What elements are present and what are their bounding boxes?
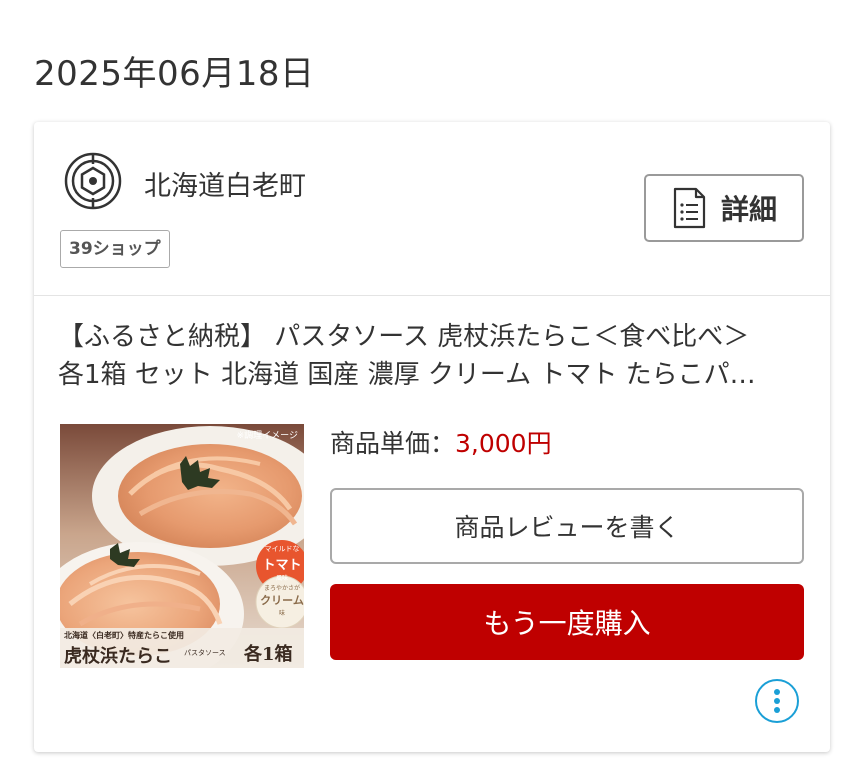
detail-button[interactable]: 詳細 [644,174,804,242]
tomato-tag-top: マイルドな [264,545,300,553]
write-review-button[interactable]: 商品レビューを書く [330,488,804,564]
shop-header: 北海道白老町 39ショップ 詳細 [34,122,830,296]
cream-tag: まろやかさが クリーム 味 [257,583,304,617]
banner-main-text: 虎杖浜たらこ [64,646,172,667]
buy-again-button[interactable]: もう一度購入 [330,584,804,660]
banner-top-text: 北海道〈白老町〉特産たらこ使用 [64,630,184,640]
product-title-line-1: 【ふるさと納税】 パスタソース 虎杖浜たらこ＜食べ比べ＞ [58,322,750,352]
banner-small-text: パスタソース [184,649,226,657]
product-title-line-2: 各1箱 セット 北海道 国産 濃厚 クリーム トマト たらこパ… [58,360,756,390]
detail-label: 詳細 [720,193,777,226]
banner-right-text: 各1箱 [244,644,293,665]
shop-badge: 39ショップ [60,230,170,268]
document-list-icon [673,187,706,229]
tomato-tag-sub: 風味 [275,575,288,582]
tomato-tag: マイルドな トマト 風味 [257,544,304,582]
image-corner-text: ※調理イメージ [236,431,298,441]
price-row: 商品単価：3,000円 [330,424,552,460]
order-card: 北海道白老町 39ショップ 詳細 【ふるさと納税】 パスタソース 虎杖浜たらこ＜… [34,122,830,752]
cream-tag-main: クリーム [260,594,304,607]
price-value: 3,000円 [455,429,552,458]
order-date: 2025年06月18日 [34,54,315,94]
price-label: 商品単価： [330,429,456,458]
cream-tag-sub: 味 [278,610,285,617]
cream-tag-top: まろやかさが [263,585,300,592]
more-vertical-icon[interactable] [754,678,800,724]
municipal-emblem-icon [64,152,122,210]
shop-name[interactable]: 北海道白老町 [144,164,306,203]
product-title[interactable]: 【ふるさと納税】 パスタソース 虎杖浜たらこ＜食べ比べ＞ 各1箱 セット 北海道… [58,318,804,396]
product-image[interactable]: ※調理イメージ マイルドな トマト 風味 まろやかさが クリーム 味 北海道〈白… [60,424,304,668]
tomato-tag-main: トマト [262,558,302,573]
